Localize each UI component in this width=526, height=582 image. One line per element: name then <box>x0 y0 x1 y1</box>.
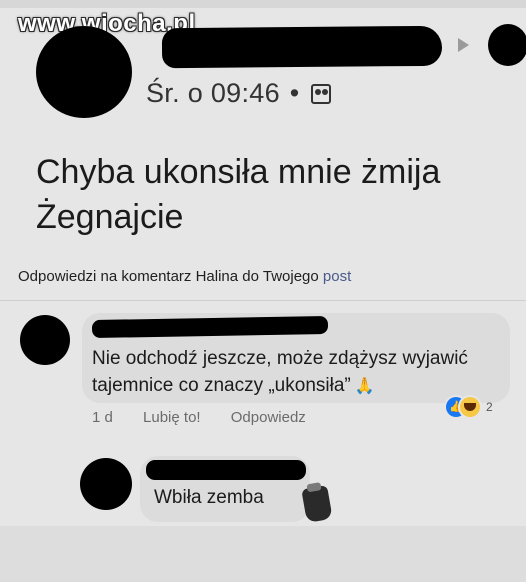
play-icon[interactable] <box>458 38 469 52</box>
jar-icon <box>301 485 333 523</box>
folded-hands-icon: 🙏 <box>354 378 375 395</box>
haha-icon <box>460 397 480 417</box>
post-link[interactable]: post <box>323 268 351 285</box>
comment-avatar[interactable] <box>20 315 70 365</box>
post-body: Chyba ukonsiła mnie żmija Żegnajcie <box>36 150 516 240</box>
reply-avatar[interactable] <box>80 458 132 510</box>
reply-button[interactable]: Odpowiedz <box>231 409 306 426</box>
meta-separator: • <box>289 78 300 108</box>
bottom-area <box>0 526 526 582</box>
post-author-avatar[interactable] <box>36 26 132 118</box>
divider <box>0 300 526 301</box>
comment-actions: 1 d Lubię to! Odpowiedz <box>92 409 332 426</box>
post-meta: Śr. o 09:46 • <box>146 78 332 109</box>
screenshot-top-edge <box>0 0 526 8</box>
post-text-line1: Chyba ukonsiła mnie żmija <box>36 153 441 191</box>
comment-line1: Nie odchodź jeszcze, może zdążysz wyjawi… <box>92 348 468 369</box>
post-text-line2: Żegnajcie <box>36 198 184 236</box>
friends-icon[interactable] <box>311 84 332 104</box>
like-button[interactable]: Lubię to! <box>143 409 201 426</box>
reply-context-header: Odpowiedzi na komentarz Halina do Twojeg… <box>18 268 351 285</box>
comment-age[interactable]: 1 d <box>92 409 113 426</box>
reaction-count: 2 <box>486 400 493 414</box>
comment-text: Nie odchodź jeszcze, może zdążysz wyjawi… <box>92 345 468 400</box>
post-author-name-redaction <box>161 25 443 69</box>
comment-line2: tajemnice co znaczy „ukonsiła” <box>92 375 351 396</box>
reply-text: Wbiła zemba <box>154 487 264 508</box>
replier-name-redaction <box>146 460 306 480</box>
post-timestamp[interactable]: Śr. o 09:46 <box>146 78 280 108</box>
redaction-blob <box>488 24 526 66</box>
reply-context-text: Odpowiedzi na komentarz Halina do Twojeg… <box>18 268 319 285</box>
